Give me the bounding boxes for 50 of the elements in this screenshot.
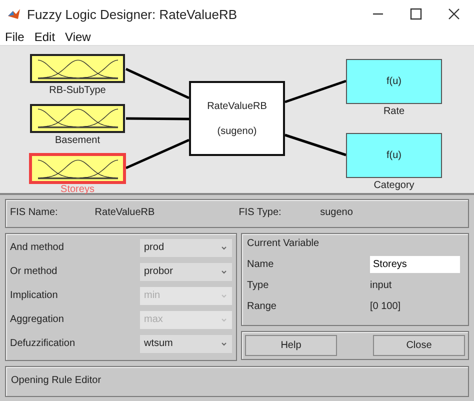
- dialog-button[interactable]: Help: [245, 335, 337, 356]
- connector-line: [284, 80, 346, 104]
- input-label: RB-SubType: [48, 85, 107, 96]
- output-label: Rate: [382, 106, 406, 117]
- system-name: RateValueRB: [207, 100, 267, 112]
- method-label: And method: [10, 242, 64, 253]
- output-node[interactable]: f(u): [346, 133, 442, 178]
- system-node[interactable]: RateValueRB (sugeno): [189, 81, 285, 156]
- input-node[interactable]: [30, 54, 125, 83]
- menu-item[interactable]: View: [65, 30, 91, 44]
- fis-type-label: FIS Type:: [238, 207, 282, 218]
- output-node[interactable]: f(u): [346, 59, 442, 104]
- connector-line: [126, 117, 189, 120]
- variable-name-field[interactable]: Storeys: [370, 256, 460, 273]
- fis-name-value: RateValueRB: [94, 207, 156, 218]
- window-title: Fuzzy Logic Designer: RateValueRB: [27, 6, 238, 22]
- method-dropdown[interactable]: wtsum: [140, 334, 232, 352]
- close-icon[interactable]: [448, 8, 460, 20]
- input-node[interactable]: [29, 153, 126, 184]
- maximize-icon[interactable]: [410, 8, 422, 20]
- method-label: Defuzzification: [10, 338, 76, 349]
- connector-line: [284, 134, 346, 156]
- input-node[interactable]: [30, 104, 125, 132]
- output-label: Category: [372, 180, 416, 191]
- menu-item[interactable]: File: [5, 30, 24, 44]
- method-dropdown[interactable]: probor: [140, 262, 232, 280]
- status-message: Opening Rule Editor: [11, 375, 102, 386]
- connector-line: [125, 68, 190, 100]
- input-label: Basement: [54, 134, 102, 146]
- dialog-button[interactable]: Close: [373, 335, 465, 356]
- membership-curves-icon: [38, 107, 118, 129]
- method-label: Or method: [10, 266, 58, 277]
- variable-label: Type: [247, 280, 270, 291]
- variable-value: input: [370, 280, 392, 291]
- variable-value: [0 100]: [370, 301, 401, 312]
- membership-curves-icon: [38, 158, 118, 180]
- variable-label: Range: [247, 301, 278, 312]
- fis-name-label: FIS Name:: [10, 207, 59, 218]
- section-title: Current Variable: [247, 238, 320, 249]
- system-type: (sugeno): [217, 126, 257, 136]
- method-label: Implication: [10, 290, 58, 301]
- input-label: Storeys: [60, 184, 96, 195]
- method-dropdown[interactable]: prod: [140, 238, 232, 256]
- connector-line: [126, 138, 190, 170]
- membership-curves-icon: [38, 58, 118, 80]
- app-icon: [7, 7, 21, 21]
- fis-type-value: sugeno: [320, 207, 354, 218]
- method-label: Aggregation: [10, 314, 64, 325]
- variable-label: Name: [247, 259, 275, 270]
- menu-item[interactable]: Edit: [34, 30, 56, 44]
